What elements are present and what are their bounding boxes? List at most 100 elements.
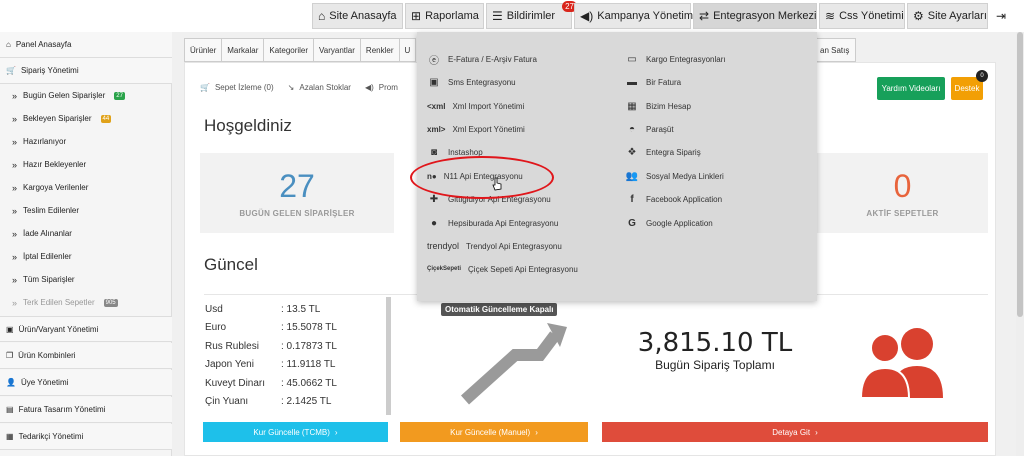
truck-icon: ▬: [627, 76, 637, 88]
welcome-heading: Hoşgeldiniz: [204, 116, 292, 135]
users-icon: 👥: [625, 170, 639, 182]
tab-variants[interactable]: Varyantlar: [313, 38, 361, 62]
menu-item-sms[interactable]: ▣ Sms Entegrasyonu: [427, 72, 515, 92]
file-icon: ▤: [6, 405, 14, 414]
sidebar-item-pending-orders[interactable]: » Bekleyen Siparişler 44: [0, 107, 172, 130]
home-icon: ⌂: [318, 9, 326, 23]
menu-item-facebook[interactable]: f Facebook Application: [625, 189, 722, 209]
nav-campaigns[interactable]: ◀) Kampanya Yönetimi: [574, 3, 695, 29]
count-badge: 905: [103, 298, 118, 307]
nav-reports[interactable]: ⊞ Raporlama: [405, 3, 484, 29]
list-icon: ☰: [492, 9, 503, 23]
sidebar-item-returns[interactable]: » İade Alınanlar: [0, 222, 172, 245]
sidebar-item-all-orders[interactable]: » Tüm Siparişler: [0, 268, 172, 291]
tab-sales[interactable]: an Satış: [813, 38, 857, 62]
details-button[interactable]: Detaya Git ›: [602, 422, 988, 442]
today-orders-stat[interactable]: 27 BUGÜN GELEN SİPARİŞLER: [200, 153, 394, 233]
sidebar-item-members[interactable]: 👤 Üye Yönetimi: [0, 370, 172, 396]
active-carts-stat[interactable]: 0 AKTİF SEPETLER: [817, 153, 988, 233]
currency-scrollbar[interactable]: [386, 297, 391, 415]
currency-row: Kuveyt Dinarı: 45.0662 TL: [205, 377, 337, 389]
exchange-icon: ⇄: [699, 9, 710, 23]
chevron-right-icon: ›: [535, 427, 538, 437]
quick-bar: 🛒 Sepet İzleme (0) ↘ Azalan Stoklar ◀) Prom: [200, 83, 398, 92]
cart-watch-link[interactable]: 🛒 Sepet İzleme (0): [200, 83, 274, 92]
gittigidiyor-icon: ✚: [429, 193, 439, 205]
menu-item-hepsiburada[interactable]: ● Hepsiburada Api Entegrasyonu: [427, 213, 558, 233]
count-badge: 27: [114, 91, 125, 100]
page-scrollbar[interactable]: [1016, 32, 1024, 456]
sidebar-item-invoice-design[interactable]: ▤ Fatura Tasarım Yönetimi: [0, 397, 172, 423]
menu-item-parasut[interactable]: ◓ Paraşüt: [625, 119, 674, 139]
support-badge: 0: [976, 70, 988, 82]
low-stock-link[interactable]: ↘ Azalan Stoklar: [288, 83, 351, 92]
sidebar-item-suppliers[interactable]: ▦ Tedarikçi Yönetimi: [0, 424, 172, 450]
sidebar-item-preparing[interactable]: » Hazırlanıyor: [0, 130, 172, 153]
active-carts-value: 0: [893, 168, 912, 204]
auto-update-label: Otomatik Güncelleme Kapalı: [441, 303, 558, 316]
home-icon: ⌂: [6, 40, 11, 49]
sidebar-item-today-orders[interactable]: » Bugün Gelen Siparişler 27: [0, 84, 172, 107]
sidebar-item-products[interactable]: ▣ Ürün/Varyant Yönetimi: [0, 316, 172, 342]
nav-site-home[interactable]: ⌂ Site Anasayfa: [312, 3, 403, 29]
sidebar-item-cancelled[interactable]: » İptal Edilenler: [0, 245, 172, 268]
section-tabs: Ürünler Markalar Kategoriler Varyantlar …: [184, 38, 417, 62]
hepsiburada-icon: ●: [430, 217, 438, 229]
sidebar-item-dashboard[interactable]: ⌂ Panel Anasayfa: [0, 32, 172, 58]
copy-icon: ❐: [6, 351, 14, 360]
google-icon: G: [628, 217, 636, 229]
sidebar-item-delivered[interactable]: » Teslim Edilenler: [0, 199, 172, 222]
menu-item-instashop[interactable]: ◙ Instashop: [427, 142, 483, 162]
nav-site-settings[interactable]: ⚙ Site Ayarları: [907, 3, 988, 29]
user-icon: 👤: [6, 378, 16, 387]
truck-icon: ▦: [6, 432, 14, 441]
xml-import-icon: <xml: [427, 101, 446, 111]
sidebar-item-orders[interactable]: 🛒 Sipariş Yönetimi: [0, 58, 172, 84]
sidebar-item-abandoned-carts[interactable]: » Terk Edilen Sepetler 905: [0, 291, 172, 314]
calculator-icon: ▦: [627, 100, 637, 112]
top-navbar: ⌂ Site Anasayfa ⊞ Raporlama ☰ Bildirimle…: [0, 0, 1024, 32]
nav-notifications[interactable]: ☰ Bildirimler 27: [486, 1, 577, 29]
menu-item-cargo[interactable]: ▭ Kargo Entegrasyonları: [625, 49, 725, 69]
menu-item-xml-export[interactable]: xml> Xml Export Yönetimi: [427, 119, 525, 139]
sidebar-item-combinations[interactable]: ❐ Ürün Kombinleri: [0, 343, 172, 369]
hand-cursor-icon: [492, 177, 502, 191]
currency-row: Japon Yeni: 11.9118 TL: [205, 359, 336, 371]
nav-integration-center[interactable]: ⇄ Entegrasyon Merkezi: [693, 3, 817, 29]
menu-item-bir-fatura[interactable]: ▬ Bir Fatura: [625, 72, 681, 92]
menu-item-entegra[interactable]: ❖ Entegra Sipariş: [625, 142, 701, 162]
menu-item-ciceksepeti[interactable]: ÇiçekSepeti Çiçek Sepeti Api Entegrasyonu: [427, 259, 578, 279]
ciceksepeti-icon: ÇiçekSepeti: [427, 266, 462, 272]
scrollbar-thumb[interactable]: [1017, 32, 1023, 317]
tab-products[interactable]: Ürünler: [184, 38, 223, 62]
menu-item-xml-import[interactable]: <xml Xml Import Yönetimi: [427, 96, 524, 116]
update-rate-manual-button[interactable]: Kur Güncelle (Manuel) ›: [400, 422, 588, 442]
nav-css[interactable]: ≋ Css Yönetimi: [819, 3, 905, 29]
menu-item-n11[interactable]: n ● N11 Api Entegrasyonu: [427, 166, 523, 186]
trend-arrow-graphic: [460, 323, 567, 405]
sidebar-item-ready[interactable]: » Hazır Bekleyenler: [0, 153, 172, 176]
help-videos-button[interactable]: Yardım Videoları: [877, 77, 945, 100]
menu-item-google[interactable]: G Google Application: [625, 213, 713, 233]
promo-link[interactable]: ◀) Prom: [365, 83, 398, 92]
menu-item-bizim-hesap[interactable]: ▦ Bizim Hesap: [625, 96, 691, 116]
tab-colors[interactable]: Renkler: [359, 38, 400, 62]
parachute-icon: ◓: [628, 123, 636, 135]
menu-item-gittigidiyor[interactable]: ✚ Gittigidiyor Api Entegrasyonu: [427, 189, 551, 209]
menu-item-trendyol[interactable]: trendyol Trendyol Api Entegrasyonu: [427, 236, 562, 256]
menu-item-e-invoice[interactable]: ⓔ E-Fatura / E-Arşiv Fatura: [427, 49, 537, 69]
sms-icon: ▣: [429, 76, 439, 88]
tab-categories[interactable]: Kategoriler: [263, 38, 315, 62]
current-heading: Güncel: [204, 255, 258, 274]
cart-icon: 🛒: [200, 83, 210, 92]
integration-dropdown: ⓔ E-Fatura / E-Arşiv Fatura ▣ Sms Entegras…: [417, 32, 817, 301]
invoice-icon: ⓔ: [429, 55, 439, 67]
active-carts-label: AKTİF SEPETLER: [866, 209, 939, 218]
tab-brands[interactable]: Markalar: [221, 38, 265, 62]
logout-button[interactable]: ⇥: [990, 3, 1012, 29]
sidebar: ⌂ Panel Anasayfa 🛒 Sipariş Yönetimi » Bugün…: [0, 32, 172, 456]
menu-item-social-links[interactable]: 👥 Sosyal Medya Linkleri: [625, 166, 724, 186]
sidebar-item-shipped[interactable]: » Kargoya Verilenler: [0, 176, 172, 199]
tab-partial[interactable]: U: [398, 38, 417, 62]
update-rate-tcmb-button[interactable]: Kur Güncelle (TCMB) ›: [203, 422, 388, 442]
